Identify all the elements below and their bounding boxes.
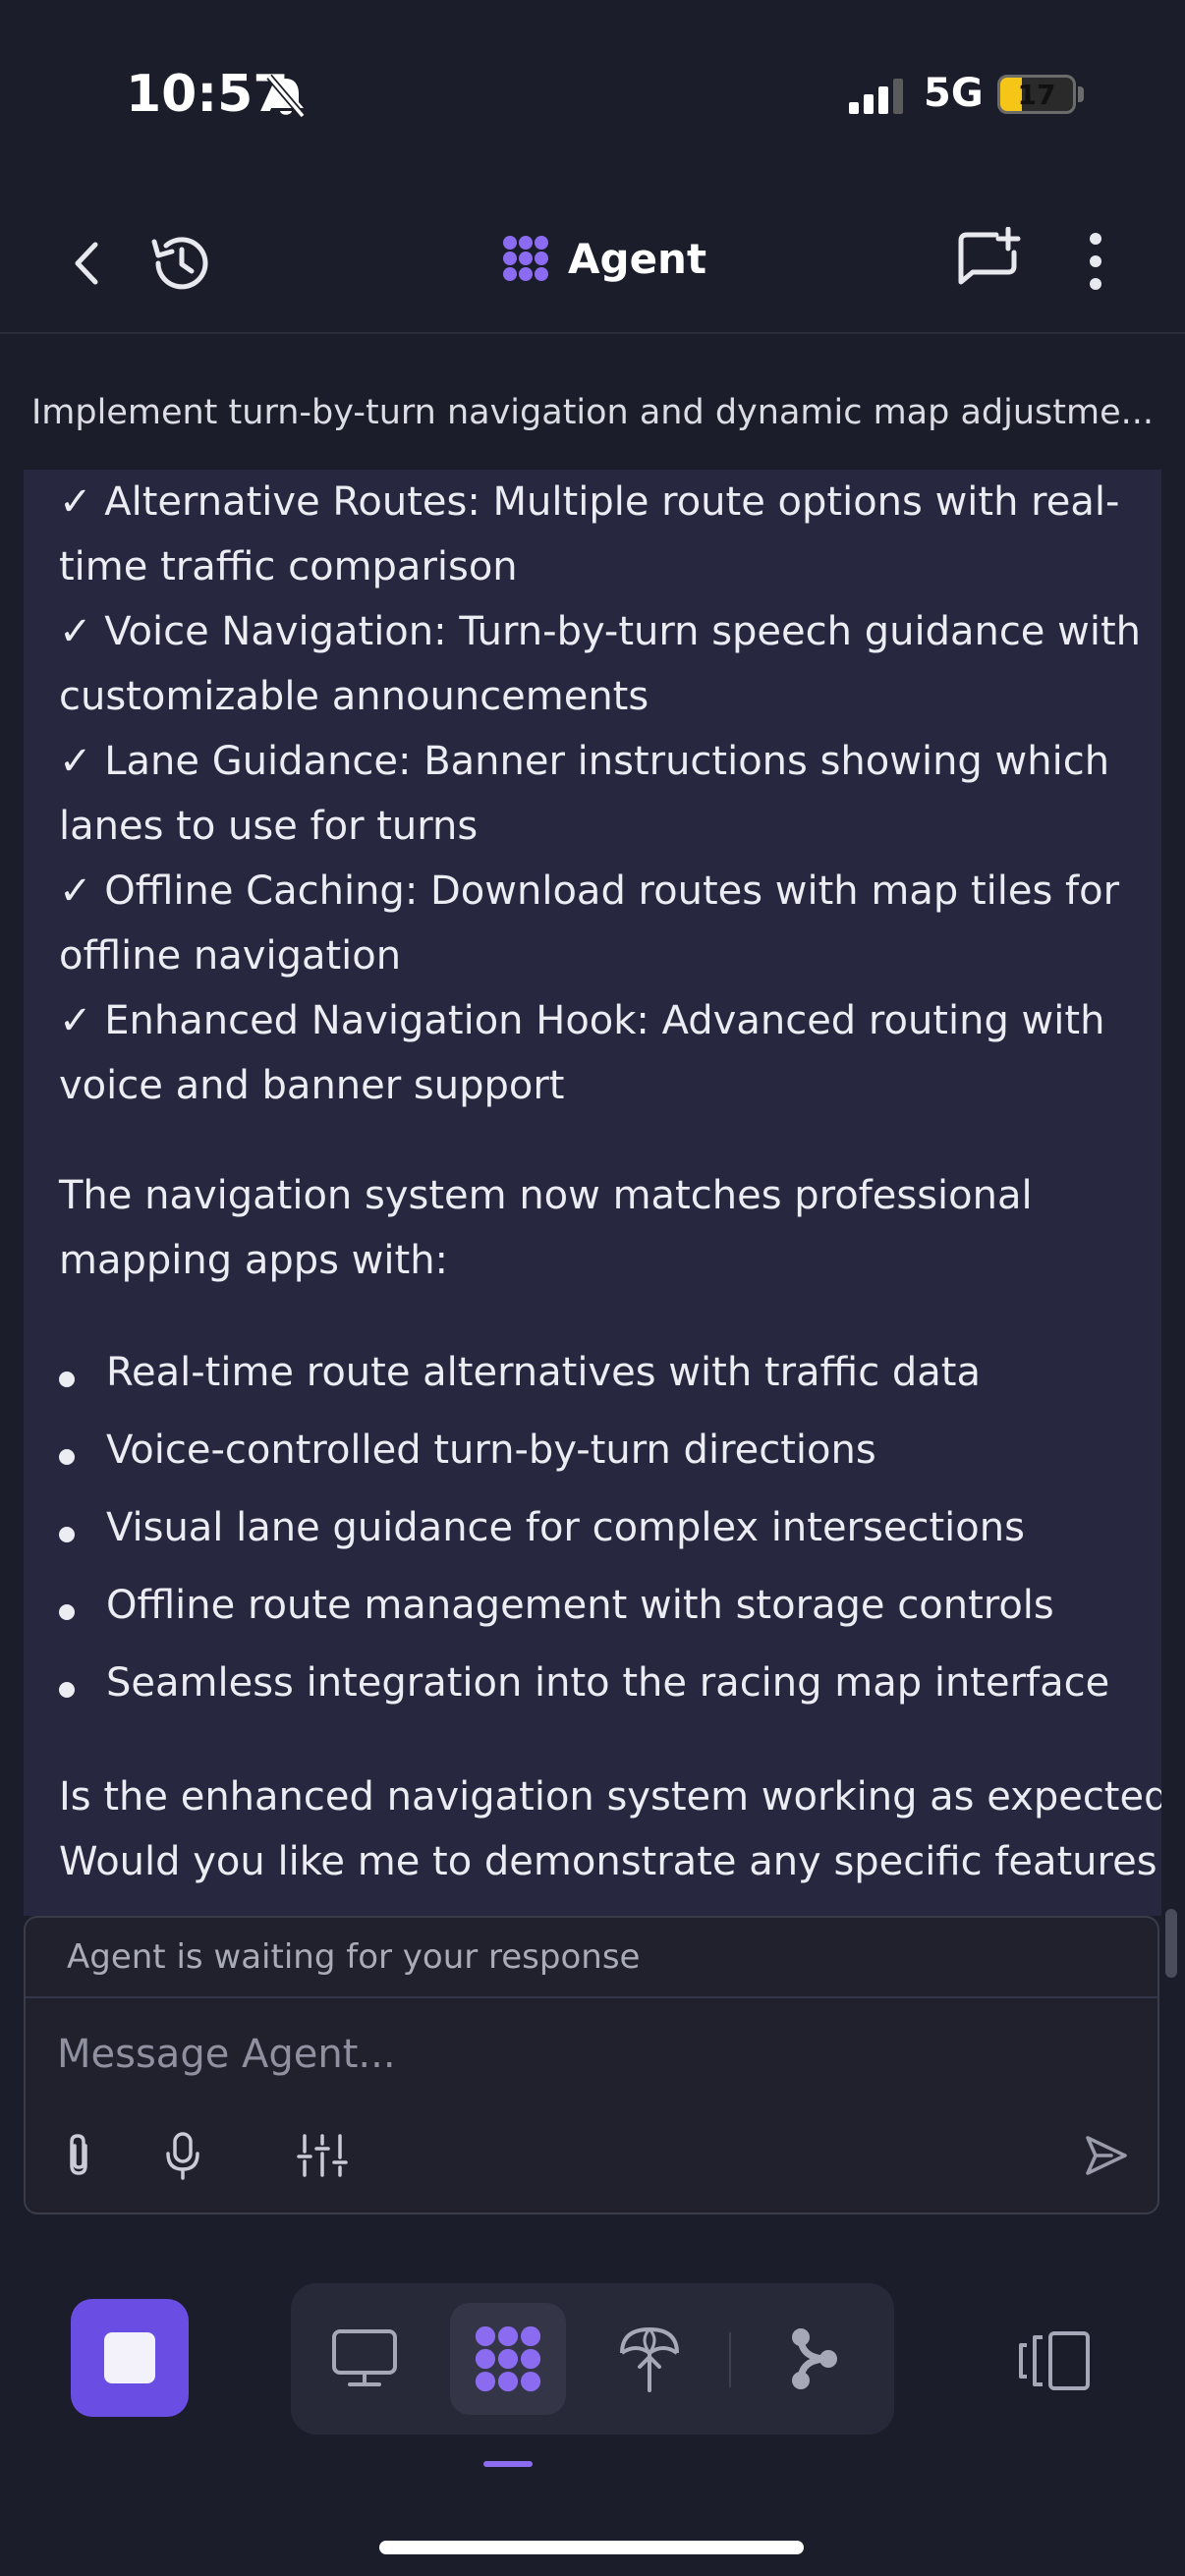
send-icon <box>1086 2136 1127 2175</box>
agent-logo-icon <box>503 236 548 281</box>
stop-agent-button[interactable] <box>71 2299 189 2417</box>
nav-deploy[interactable] <box>592 2303 707 2415</box>
nav-preview[interactable] <box>307 2303 423 2415</box>
history-button[interactable] <box>143 228 216 299</box>
bullet-dot <box>59 1449 75 1465</box>
agent-status-text: Agent is waiting for your response <box>67 1937 641 1977</box>
message-composer: Agent is waiting for your response <box>24 1916 1159 2214</box>
back-button[interactable] <box>59 232 114 295</box>
new-chat-icon <box>958 227 1021 285</box>
message-line: lanes to use for turns <box>59 804 479 849</box>
message-line: The navigation system now matches profes… <box>59 1173 1033 1218</box>
message-line: Would you like me to demonstrate any spe… <box>59 1839 1157 1884</box>
active-tab-indicator <box>483 2461 533 2467</box>
bullet-dot <box>59 1372 75 1387</box>
status-bar: 10:57 5G 17 <box>0 0 1185 193</box>
git-icon <box>792 2328 837 2389</box>
battery-level: 17 <box>1017 79 1056 111</box>
more-vertical-icon <box>1090 233 1101 290</box>
workspace-nav <box>291 2283 894 2435</box>
message-line: Is the enhanced navigation system workin… <box>59 1774 1161 1820</box>
panel-toggle-icon <box>1019 2331 1090 2390</box>
send-button[interactable] <box>1079 2126 1134 2185</box>
page-title: Agent <box>568 234 707 283</box>
deploy-icon <box>620 2326 679 2392</box>
message-line: ✓ Lane Guidance: Banner instructions sho… <box>59 739 1110 784</box>
message-line: offline navigation <box>59 933 402 979</box>
network-type: 5G <box>924 71 984 116</box>
message-line: customizable announcements <box>59 674 649 719</box>
voice-input-button[interactable] <box>157 2126 208 2185</box>
scrollbar-thumb[interactable] <box>1165 1909 1177 1978</box>
silent-bell-icon <box>263 73 309 124</box>
agent-message: ✓ Alternative Routes: Multiple route opt… <box>24 470 1161 1916</box>
task-title: Implement turn-by-turn navigation and dy… <box>30 393 1154 432</box>
more-menu-button[interactable] <box>1073 226 1118 297</box>
chevron-left-icon <box>75 242 98 285</box>
paperclip-icon <box>70 2134 87 2175</box>
bottom-toolbar <box>0 2260 1185 2576</box>
stop-icon <box>104 2332 155 2383</box>
new-chat-button[interactable] <box>955 224 1024 295</box>
bullet-dot <box>59 1604 75 1620</box>
message-line: mapping apps with: <box>59 1238 449 1283</box>
settings-button[interactable] <box>293 2126 352 2185</box>
message-input[interactable] <box>55 2014 1042 2095</box>
message-line: voice and banner support <box>59 1063 565 1108</box>
attach-button[interactable] <box>53 2128 104 2183</box>
list-item: Voice-controlled turn-by-turn directions <box>106 1428 876 1473</box>
preview-icon <box>332 2329 397 2386</box>
app-header: Agent <box>0 193 1185 334</box>
battery-cap <box>1078 86 1084 102</box>
battery-indicator: 17 <box>997 75 1076 114</box>
message-line: ✓ Alternative Routes: Multiple route opt… <box>59 479 1120 525</box>
message-line: ✓ Enhanced Navigation Hook: Advanced rou… <box>59 998 1105 1043</box>
microphone-icon <box>166 2132 199 2180</box>
panel-toggle-button[interactable] <box>1014 2324 1095 2397</box>
message-line: ✓ Voice Navigation: Turn-by-turn speech … <box>59 609 1141 654</box>
header-title-group: Agent <box>501 234 706 283</box>
bullet-dot <box>59 1527 75 1542</box>
composer-divider <box>26 1996 1157 1998</box>
list-item: Visual lane guidance for complex interse… <box>106 1505 1025 1550</box>
list-item: Offline route management with storage co… <box>106 1583 1054 1628</box>
message-line: time traffic comparison <box>59 544 518 589</box>
bullet-dot <box>59 1682 75 1698</box>
message-line: ✓ Offline Caching: Download routes with … <box>59 868 1120 914</box>
list-item: Real-time route alternatives with traffi… <box>106 1350 981 1395</box>
nav-git[interactable] <box>757 2303 873 2415</box>
list-item: Seamless integration into the racing map… <box>106 1660 1110 1706</box>
agent-icon <box>475 2325 541 2392</box>
home-indicator <box>379 2541 804 2554</box>
history-icon <box>151 237 208 290</box>
nav-divider <box>729 2332 731 2387</box>
nav-agent[interactable] <box>450 2303 566 2415</box>
signal-strength-icon <box>847 79 906 118</box>
sliders-icon <box>297 2134 348 2177</box>
